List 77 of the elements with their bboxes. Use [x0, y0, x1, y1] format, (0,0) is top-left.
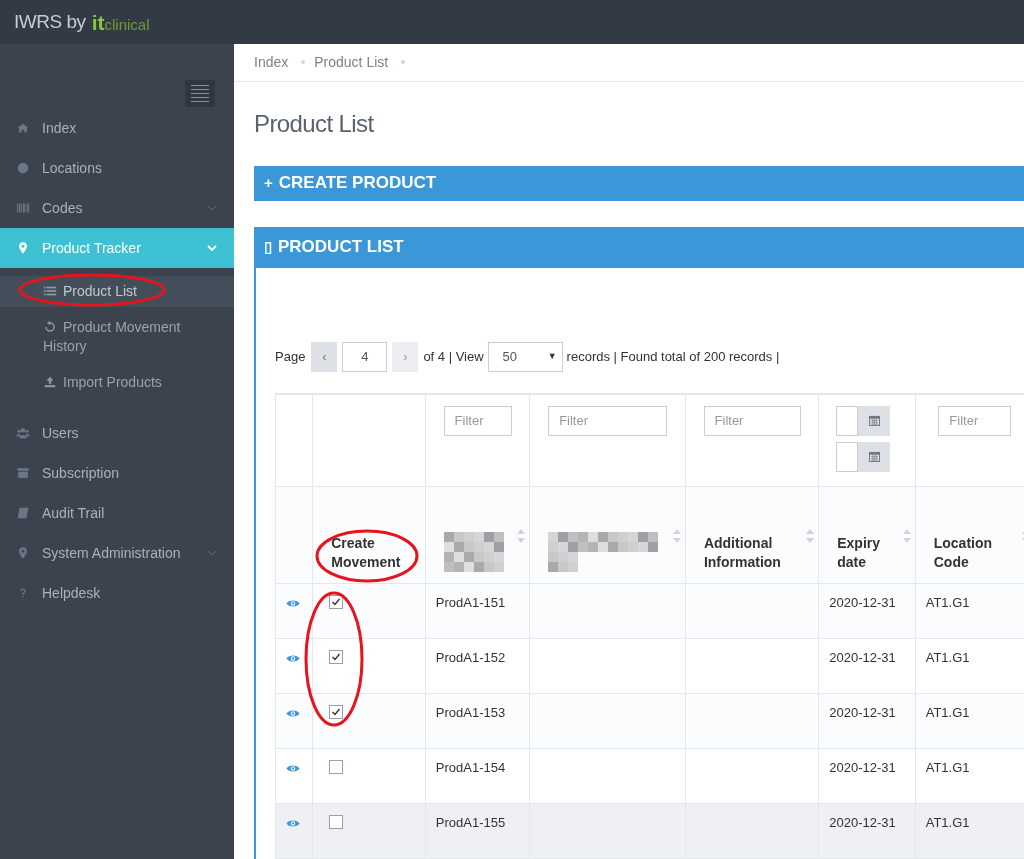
table-cell: ProdA1-154 — [435, 760, 506, 775]
sidebar-item[interactable]: Subscription — [0, 453, 234, 493]
sidebar-subitem[interactable]: Import Products — [0, 367, 234, 398]
table-cell: AT1.G1 — [925, 650, 970, 665]
filter-field[interactable]: Filter — [443, 405, 512, 436]
table-cell: 2020-12-31 — [829, 705, 896, 720]
records-summary: records | Found total of 200 records | — [566, 347, 780, 366]
page-size-select[interactable]: 50 ▼ — [487, 341, 563, 372]
table-cell: AT1.G1 — [925, 595, 970, 610]
page-input[interactable]: 4 — [342, 341, 388, 372]
checkbox[interactable] — [329, 760, 344, 774]
column-header[interactable]: Expiry date — [837, 534, 911, 572]
table-cell: 2020-12-31 — [829, 595, 896, 610]
sidebar-subitem[interactable]: Product Movement History — [0, 312, 234, 362]
filter-field[interactable]: Filter — [703, 405, 801, 436]
page-title: Product List — [254, 108, 375, 139]
breadcrumb-separator — [401, 60, 406, 65]
blurred-text — [443, 532, 504, 572]
checkbox[interactable] — [329, 595, 344, 609]
table-cell: ProdA1-153 — [435, 705, 506, 720]
logo-it: it — [91, 11, 105, 33]
date-field[interactable] — [836, 405, 891, 436]
home-icon — [16, 121, 30, 135]
breadcrumb-separator — [301, 60, 306, 65]
book-icon — [16, 506, 30, 520]
table-cell: 2020-12-31 — [829, 650, 896, 665]
sidebar-item[interactable]: Helpdesk — [0, 573, 234, 613]
upload-icon — [43, 374, 57, 389]
pager-label: Page — [275, 347, 306, 366]
create-product-panel-header[interactable]: + CREATE PRODUCT — [254, 165, 1024, 201]
globe-icon — [16, 161, 30, 175]
table-cell: AT1.G1 — [925, 760, 970, 775]
previous-page-button[interactable]: ‹ — [311, 341, 338, 372]
column-header[interactable]: Location Code — [933, 534, 1024, 572]
filter-field[interactable]: Filter — [938, 405, 1012, 436]
calendar-icon — [868, 451, 880, 462]
table-cell: ProdA1-152 — [435, 650, 506, 665]
eye-icon[interactable] — [286, 599, 300, 608]
calendar-icon — [868, 415, 880, 426]
eye-icon[interactable] — [286, 709, 300, 718]
breadcrumb-link[interactable]: Index — [254, 51, 289, 73]
checkbox[interactable] — [329, 815, 344, 829]
filter-field[interactable]: Filter — [548, 405, 668, 436]
brand-title: IWRS by — [14, 9, 86, 34]
product-list-panel-header[interactable]: ▯ PRODUCT LIST — [254, 226, 1024, 268]
sidebar-item[interactable]: System Administration — [0, 533, 234, 573]
map-pin-icon — [16, 546, 30, 560]
users-icon — [16, 426, 30, 440]
column-header[interactable]: Additional Information — [703, 534, 815, 572]
eye-icon[interactable] — [286, 819, 300, 828]
eye-icon[interactable] — [286, 764, 300, 773]
table-cell: AT1.G1 — [925, 815, 970, 830]
logo-clinical: clinical — [104, 16, 150, 32]
sidebar-item[interactable]: Audit Trail — [0, 493, 234, 533]
pager-text: of 4 | View — [423, 347, 484, 366]
sidebar-item[interactable]: Locations — [0, 148, 234, 188]
sidebar-item[interactable]: Codes — [0, 188, 234, 228]
sidebar-item[interactable]: Users — [0, 413, 234, 453]
date-field[interactable] — [836, 441, 891, 472]
map-pin-icon — [16, 241, 30, 255]
table-cell: ProdA1-151 — [435, 595, 506, 610]
history-icon — [43, 319, 57, 334]
barcode-icon — [16, 201, 30, 215]
breadcrumb-link[interactable]: Product List — [314, 51, 389, 73]
checkbox[interactable] — [329, 705, 344, 719]
table-cell: 2020-12-31 — [829, 760, 896, 775]
table-cell: AT1.G1 — [925, 705, 970, 720]
sidebar-item[interactable]: Index — [0, 108, 234, 148]
eye-icon[interactable] — [286, 654, 300, 663]
archive-icon — [16, 466, 30, 480]
column-header[interactable]: Create Movement — [331, 534, 421, 572]
next-page-button[interactable]: › — [392, 341, 419, 372]
menu-button[interactable] — [185, 80, 215, 107]
table-cell: ProdA1-155 — [435, 815, 506, 830]
table-cell: 2020-12-31 — [829, 815, 896, 830]
checkbox[interactable] — [329, 650, 344, 664]
caret-icon: ▼ — [547, 349, 557, 364]
